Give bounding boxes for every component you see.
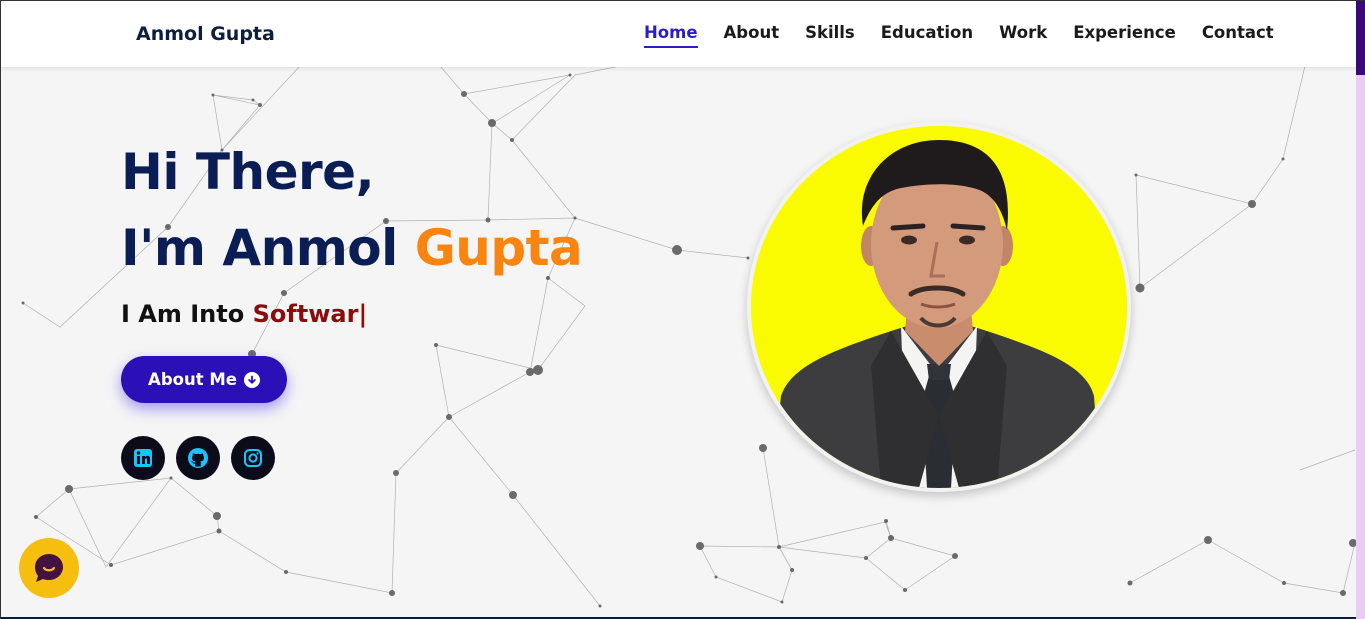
window-frame bbox=[0, 0, 1365, 619]
